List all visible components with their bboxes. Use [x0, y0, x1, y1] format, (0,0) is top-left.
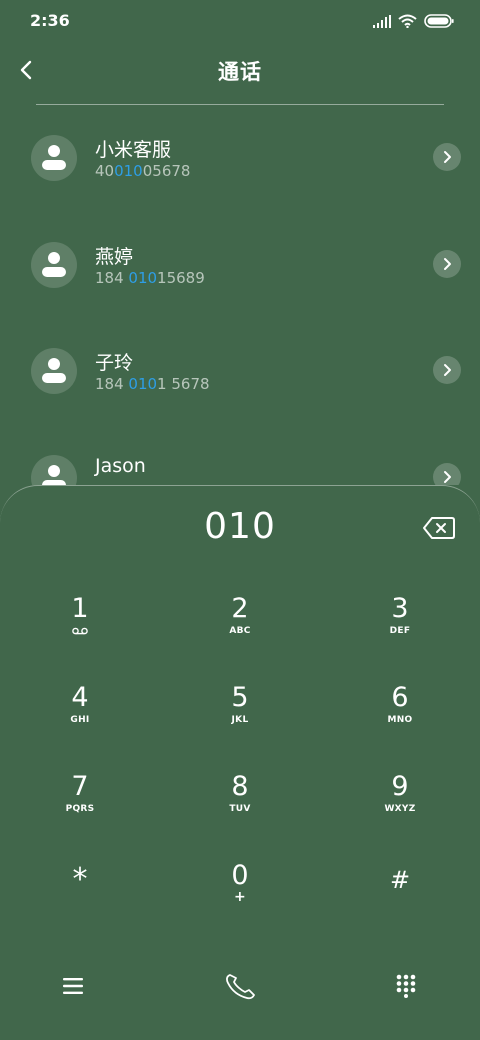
contact-name: Jason: [95, 455, 146, 477]
header: 通话: [0, 44, 480, 100]
key-digit: #: [389, 866, 411, 894]
page-title: 通话: [218, 60, 262, 84]
dial-key-0[interactable]: 0 +: [160, 843, 320, 932]
contact-detail-button[interactable]: [433, 356, 461, 384]
chevron-right-icon: [444, 364, 451, 376]
chevron-right-icon: [444, 258, 451, 270]
voicemail-icon: [72, 627, 88, 635]
contact-row[interactable]: 小米客服 4001005678: [0, 105, 480, 211]
battery-icon: [424, 14, 454, 28]
call-button[interactable]: [210, 956, 270, 1016]
chevron-right-icon: [444, 471, 451, 483]
contact-number: 184 01015689: [95, 269, 205, 287]
dial-input[interactable]: 010: [0, 506, 480, 547]
wifi-icon: [398, 14, 417, 28]
menu-icon: [63, 978, 83, 994]
chevron-right-icon: [444, 151, 451, 163]
key-digit: 1: [71, 593, 89, 624]
key-letters: PQRS: [65, 804, 95, 814]
key-digit: 5: [231, 682, 249, 713]
dial-key-3[interactable]: 3 DEF: [320, 576, 480, 665]
dial-key-5[interactable]: 5 JKL: [160, 665, 320, 754]
key-letters: TUV: [229, 804, 251, 814]
status-icons: [373, 12, 454, 30]
contact-row[interactable]: 子玲 184 0101 5678: [0, 318, 480, 424]
contact-row[interactable]: Jason: [0, 425, 480, 485]
key-letters: ABC: [229, 626, 251, 636]
dial-key-6[interactable]: 6 MNO: [320, 665, 480, 754]
key-letters: JKL: [231, 715, 249, 725]
key-letters: WXYZ: [384, 804, 416, 814]
contact-number: 4001005678: [95, 162, 191, 180]
contact-row[interactable]: 燕婷 184 01015689: [0, 212, 480, 318]
key-letters: DEF: [389, 626, 411, 636]
status-bar: 2:36: [0, 0, 480, 40]
signal-icon: [373, 14, 391, 28]
menu-button[interactable]: [43, 956, 103, 1016]
dial-key-star[interactable]: *: [0, 843, 160, 932]
key-digit: 8: [231, 771, 249, 802]
avatar: [31, 455, 77, 485]
contact-detail-button[interactable]: [433, 143, 461, 171]
dial-key-2[interactable]: 2 ABC: [160, 576, 320, 665]
key-digit: 2: [231, 593, 249, 624]
dialpad-icon: [396, 974, 416, 998]
key-digit: 9: [391, 771, 409, 802]
contact-detail-button[interactable]: [433, 463, 461, 485]
key-letters: +: [233, 889, 247, 905]
backspace-icon: [423, 517, 455, 539]
dial-key-7[interactable]: 7 PQRS: [0, 754, 160, 843]
contact-name: 燕婷: [95, 246, 134, 268]
backspace-button[interactable]: [422, 516, 456, 540]
key-digit: 6: [391, 682, 409, 713]
key-letters: GHI: [70, 715, 90, 725]
key-digit: 3: [391, 593, 409, 624]
dial-key-9[interactable]: 9 WXYZ: [320, 754, 480, 843]
dialpad-panel: 010 1 2 ABC 3 DEF 4 GHI 5 JKL 6 MNO 7 PQ…: [0, 485, 480, 1040]
dial-key-4[interactable]: 4 GHI: [0, 665, 160, 754]
key-digit: *: [72, 862, 88, 897]
dialpad-toggle-button[interactable]: [376, 956, 436, 1016]
dial-key-1[interactable]: 1: [0, 576, 160, 665]
status-time: 2:36: [30, 11, 70, 30]
contact-name: 小米客服: [95, 139, 172, 161]
contact-list: 小米客服 4001005678 燕婷 184 01015689 子玲 184 0…: [0, 105, 480, 485]
avatar: [31, 348, 77, 394]
dial-key-8[interactable]: 8 TUV: [160, 754, 320, 843]
contact-number: 184 0101 5678: [95, 375, 210, 393]
contact-name: 子玲: [95, 352, 134, 374]
phone-icon: [226, 974, 255, 1000]
key-digit: 4: [71, 682, 89, 713]
avatar: [31, 135, 77, 181]
key-letters: MNO: [387, 715, 413, 725]
bottom-bar: [0, 956, 480, 1016]
avatar: [31, 242, 77, 288]
dial-key-hash[interactable]: #: [320, 843, 480, 932]
key-digit: 7: [71, 771, 89, 802]
contact-detail-button[interactable]: [433, 250, 461, 278]
key-digit: 0: [231, 860, 249, 891]
